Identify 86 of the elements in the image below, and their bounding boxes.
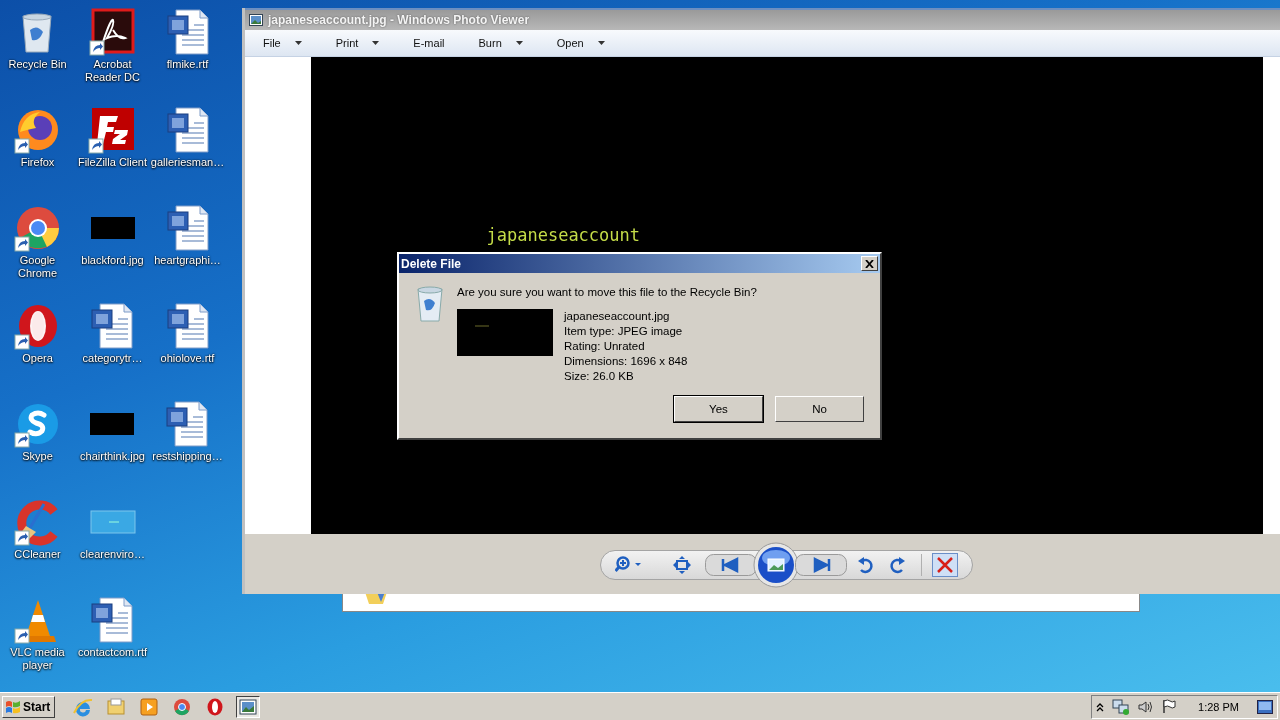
fit-to-window-icon[interactable] [673, 556, 691, 574]
caret-icon [515, 41, 523, 45]
network-icon[interactable] [1112, 698, 1131, 715]
desktop-icon[interactable]: Recycle Bin [8, 8, 67, 71]
desktop-icon[interactable]: Acrobat Reader DC [75, 8, 150, 84]
dialog-button[interactable]: Yes [674, 396, 763, 422]
rotate-right-icon[interactable] [890, 556, 906, 574]
desktop-icon[interactable]: flmike.rtf [163, 8, 212, 71]
desktop-icon[interactable]: Opera [13, 302, 62, 365]
icon-label: chairthink.jpg [80, 450, 145, 463]
next-icon[interactable] [795, 552, 847, 578]
file-detail: Size: 26.0 KB [564, 369, 635, 384]
clock[interactable]: 1:28 PM [1198, 700, 1239, 713]
icon-label: Opera [22, 352, 53, 365]
ie-icon [73, 696, 94, 717]
icon-label: Acrobat Reader DC [84, 58, 141, 84]
menu-item[interactable]: Print [331, 35, 384, 51]
icon-label: FileZilla Client [77, 156, 148, 169]
icon-label: clearenviro… [80, 548, 145, 561]
menu-item[interactable]: Open [552, 35, 609, 51]
desktop-icon[interactable]: CCleaner [13, 498, 62, 561]
icon-label: flmike.rtf [166, 58, 209, 71]
icon-label: restshipping… [152, 450, 223, 463]
flag-icon[interactable] [1162, 699, 1177, 714]
show-desktop-icon[interactable] [1257, 699, 1273, 714]
image-text: japaneseaccount [486, 225, 641, 245]
desktop-icon[interactable]: categorytr… [82, 302, 143, 365]
icon-label: ohiolove.rtf [160, 352, 215, 365]
file-detail: Dimensions: 1696 x 848 [564, 354, 688, 369]
window-title: japaneseaccount.jpg - Windows Photo Viewer [268, 13, 530, 27]
previous-icon[interactable] [705, 552, 757, 578]
confirmation-text: Are you sure you want to move this file to the Recycle Bin? [457, 286, 757, 298]
icon-label: Recycle Bin [8, 58, 67, 71]
icon-label: heartgraphi… [154, 254, 221, 267]
close-button[interactable] [861, 256, 878, 271]
menu-item[interactable]: E-mail [409, 35, 449, 51]
icon-label: VLC media player [9, 646, 66, 672]
desktop-icon[interactable]: restshipping… [152, 400, 223, 463]
close-icon [865, 259, 874, 268]
caret-icon [294, 41, 302, 45]
explorer-icon [106, 696, 127, 717]
desktop-icon[interactable]: galleriesman… [150, 106, 225, 169]
icon-label: blackford.jpg [81, 254, 144, 267]
recycle-bin-icon [415, 285, 445, 323]
slideshow-icon[interactable] [753, 542, 799, 588]
icon-label: galleriesman… [150, 156, 225, 169]
file-detail: Item type: JPEG image [564, 324, 684, 339]
icon-label: Firefox [20, 156, 55, 169]
icon-label: Skype [22, 450, 53, 463]
rotate-left-icon[interactable] [857, 556, 873, 574]
desktop-icon[interactable]: Firefox [13, 106, 62, 169]
chevron-up-icon[interactable] [1096, 701, 1105, 712]
desktop-icon[interactable]: blackford.jpg [81, 204, 144, 267]
menu-item[interactable]: File [259, 35, 306, 51]
desktop-icon[interactable]: Skype [13, 400, 62, 463]
icon-label: CCleaner [14, 548, 61, 561]
media-player-icon [139, 696, 160, 717]
acrobat-icon [88, 8, 137, 56]
dialog-button[interactable]: No [775, 396, 864, 422]
icon-label: categorytr… [82, 352, 143, 365]
caret-icon [372, 41, 380, 45]
desktop-icon[interactable]: clearenviro… [80, 498, 145, 561]
chrome-icon [172, 696, 193, 717]
filezilla-icon [88, 106, 137, 154]
desktop-icon[interactable]: heartgraphi… [154, 204, 221, 267]
chrome-icon [13, 204, 62, 252]
delete-icon[interactable] [932, 553, 958, 577]
icon-label: Google Chrome [16, 254, 59, 280]
windows-logo-icon [5, 699, 21, 714]
desktop-icon[interactable]: FileZilla Client [77, 106, 148, 169]
desktop-icon[interactable]: VLC media player [0, 596, 75, 672]
file-detail: japaneseaccount.jpg [564, 309, 671, 324]
photo-viewer-icon [238, 696, 259, 717]
start-button[interactable]: Start [2, 695, 56, 718]
desktop-icon[interactable]: chairthink.jpg [80, 400, 145, 463]
caret-icon [597, 41, 605, 45]
window-icon [249, 14, 263, 26]
taskbar-button[interactable] [236, 695, 261, 718]
desktop-icon[interactable]: Google Chrome [0, 204, 75, 280]
dialog-title: Delete File [401, 256, 462, 271]
menu-item[interactable]: Burn [474, 35, 527, 51]
file-detail: Rating: Unrated [564, 339, 646, 354]
desktop-icon[interactable]: ohiolove.rtf [160, 302, 215, 365]
volume-icon[interactable] [1138, 699, 1155, 714]
desktop-icon[interactable]: contactcom.rtf [77, 596, 148, 659]
icon-label: contactcom.rtf [77, 646, 148, 659]
